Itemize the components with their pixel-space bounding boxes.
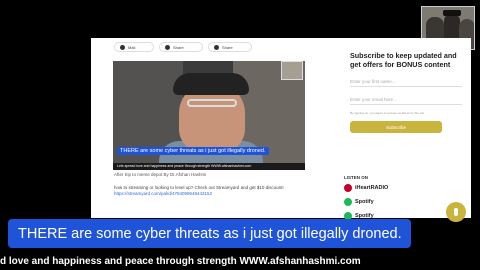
- subscribe-button[interactable]: Subscribe: [350, 121, 442, 133]
- mail-label: Mail: [128, 44, 136, 50]
- wall-picture: [281, 61, 303, 80]
- spotify-link[interactable]: Spotify: [344, 198, 374, 206]
- bottom-ticker: d love and happiness and peace through s…: [0, 253, 480, 270]
- hat-shape: [443, 10, 461, 16]
- iheartradio-logo: [344, 184, 352, 192]
- iheartradio-link[interactable]: iHeartRADIO: [344, 184, 388, 192]
- webpage-panel: Mail Share Share THERE are some cyber th…: [91, 38, 471, 220]
- caption-overlay: THERE are some cyber threats as i just g…: [8, 219, 411, 248]
- share-icon: [214, 44, 219, 50]
- mail-button[interactable]: Mail: [114, 42, 154, 52]
- share-bar: Mail Share Share: [114, 42, 252, 52]
- video-caption: THERE are some cyber threats as i just g…: [117, 147, 269, 155]
- share-button[interactable]: Share: [159, 42, 203, 52]
- person-cap: [173, 73, 249, 95]
- email-input[interactable]: Enter your email here...: [350, 93, 462, 105]
- microphone-icon: [454, 208, 458, 216]
- listen-heading: LISTEN ON: [344, 175, 369, 180]
- share-label-2: Share: [222, 44, 233, 50]
- platform-label: Spotify: [355, 199, 374, 205]
- mail-icon: [120, 44, 125, 50]
- microphone-button[interactable]: [446, 202, 466, 222]
- platform-label: iHeartRADIO: [355, 185, 389, 191]
- signup-title: Subscribe to keep updated and get offers…: [350, 51, 457, 69]
- signup-panel: Subscribe to keep updated and get offers…: [350, 51, 462, 133]
- share-icon: [165, 44, 170, 50]
- embedded-video[interactable]: THERE are some cyber threats as i just g…: [113, 61, 305, 170]
- promo-text: how to streaming or looking to level up?…: [114, 185, 314, 197]
- person-glasses: [187, 99, 237, 107]
- spotify-logo: [344, 198, 352, 206]
- post-text: After trip to meme depot By Dr.Afshan Ha…: [114, 172, 207, 177]
- stream-stage: Mail Share Share THERE are some cyber th…: [0, 0, 480, 270]
- share-button-2[interactable]: Share: [208, 42, 252, 52]
- share-label: Share: [173, 44, 184, 50]
- first-name-input[interactable]: Enter your first name...: [350, 75, 462, 87]
- video-ticker: Lets spread love and happiness and peace…: [113, 163, 305, 170]
- promo-link[interactable]: https://streamyard.com/pal/d/47840996484…: [114, 191, 212, 196]
- signup-fine-print: By signing up, you agree to receive emai…: [350, 111, 426, 115]
- promo-message: how to streaming or looking to level up?…: [114, 185, 284, 190]
